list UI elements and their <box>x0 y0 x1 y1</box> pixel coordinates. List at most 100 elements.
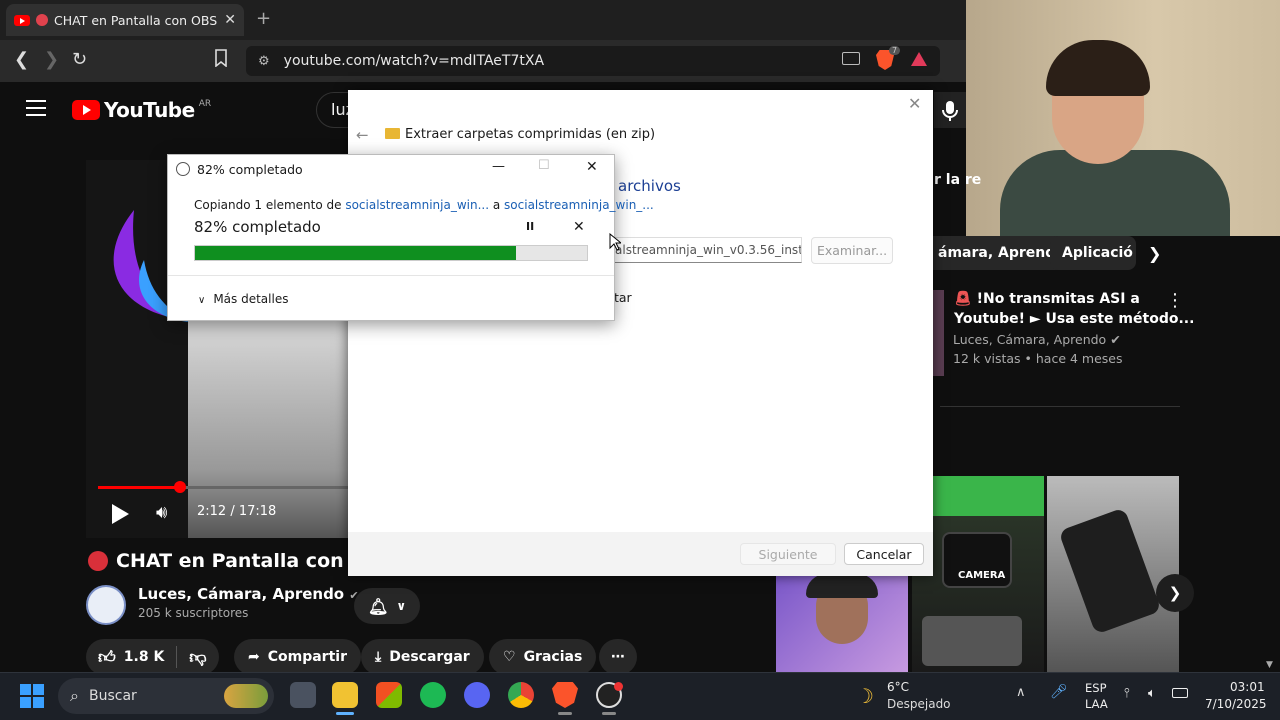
pause-button[interactable]: II <box>526 220 534 233</box>
battery-icon[interactable] <box>1172 688 1188 698</box>
browser-tab[interactable]: CHAT en Pantalla con OBS Stu ✕ <box>6 4 244 36</box>
active-app-indicator <box>336 712 354 715</box>
weather-text: Despejado <box>887 697 951 711</box>
tab-close-button[interactable]: ✕ <box>224 12 236 28</box>
more-details-label: Más detalles <box>213 292 289 306</box>
webcam-overlay <box>966 0 1280 236</box>
voice-search-button[interactable] <box>934 92 966 128</box>
kebab-menu-icon[interactable]: ⋮ <box>1166 290 1184 311</box>
connector-text: a <box>492 198 501 212</box>
menu-icon[interactable] <box>26 100 46 116</box>
more-details-toggle[interactable]: ∨ Más detalles <box>198 292 288 306</box>
taskbar-search[interactable]: ⌕ Buscar <box>58 678 274 714</box>
clock-time[interactable]: 03:01 <box>1230 680 1265 694</box>
reload-icon[interactable]: ↻ <box>72 49 87 70</box>
destination-path-field[interactable]: alstreamninja_win_v0.3.56_installer <box>610 237 802 263</box>
dialog-header: Extraer carpetas comprimidas (en zip) <box>405 127 656 142</box>
channel-name[interactable]: Luces, Cámara, Aprendo <box>138 585 344 603</box>
clock-icon <box>176 162 190 176</box>
shorts-next-button[interactable]: ❯ <box>1156 574 1194 612</box>
brave-rewards-icon[interactable] <box>911 52 927 66</box>
forward-icon[interactable]: ❯ <box>44 49 59 70</box>
keyboard-layout[interactable]: LAA <box>1085 697 1108 711</box>
brave-badge: 7 <box>889 46 901 55</box>
chrome-icon[interactable] <box>508 682 534 708</box>
divider <box>168 275 614 276</box>
dislike-icon[interactable]: 👎︎ <box>189 647 206 668</box>
volume-icon[interactable]: 🔊︎ <box>156 502 167 523</box>
avatar[interactable] <box>86 585 126 625</box>
like-dislike-group[interactable]: 👍︎ 1.8 K 👎︎ <box>86 639 219 675</box>
dialog-close-button[interactable]: ✕ <box>908 94 921 113</box>
show-files-checkbox-label[interactable]: tar <box>614 290 632 305</box>
logo-text: YouTube <box>104 98 195 122</box>
url-text: youtube.com/watch?v=mdITAeT7tXA <box>283 53 545 69</box>
minimize-button[interactable]: — <box>492 159 505 174</box>
like-icon[interactable]: 👍︎ <box>98 647 116 668</box>
share-icon: ➦ <box>248 649 260 665</box>
speaker-icon[interactable]: 🔈︎ <box>1148 686 1156 701</box>
cancel-button[interactable]: Cancelar <box>844 543 924 565</box>
new-tab-button[interactable]: + <box>256 8 271 29</box>
discord-icon[interactable] <box>464 682 490 708</box>
wifi-icon[interactable]: ⫯ <box>1124 686 1130 701</box>
next-button[interactable]: Siguiente <box>740 543 836 565</box>
task-view-icon[interactable] <box>290 682 316 708</box>
copy-progress-bar <box>194 245 588 261</box>
download-button[interactable]: ⤓ Descargar <box>361 639 484 675</box>
download-icon: ⤓ <box>375 649 382 665</box>
scroll-down-icon[interactable]: ▼ <box>1266 660 1273 670</box>
start-button[interactable] <box>20 684 44 708</box>
tray-overflow-icon[interactable]: ∧ <box>1016 685 1026 700</box>
microsoft-store-icon[interactable] <box>376 682 402 708</box>
webcam-person-shirt <box>1000 150 1230 236</box>
source-link[interactable]: socialstreamninja_win... <box>345 198 489 212</box>
video-time: 2:12 / 17:18 <box>197 504 277 519</box>
partial-chip-top[interactable]: r la re <box>934 172 981 188</box>
short-thumbnail-3[interactable] <box>1047 476 1179 672</box>
play-icon[interactable] <box>112 504 129 524</box>
divider <box>940 406 1180 407</box>
url-field[interactable]: ⚙ youtube.com/watch?v=mdITAeT7tXA <box>246 46 940 76</box>
notification-bell-button[interactable]: 🔔︎ ∨ <box>354 588 421 624</box>
copy-progress-fill <box>195 246 517 260</box>
chips-next-icon[interactable]: ❯ <box>1148 244 1161 263</box>
verified-icon: ✔ <box>1110 332 1121 347</box>
cancel-copy-button[interactable]: ✕ <box>573 219 585 235</box>
channel-info[interactable]: Luces, Cámara, Aprendo ✔ 205 k suscripto… <box>86 585 359 625</box>
chip-apps[interactable]: Aplicació <box>1050 236 1136 270</box>
destination-link[interactable]: socialstreamninja_win_... <box>504 198 654 212</box>
search-highlight-icon <box>224 684 268 708</box>
dialog-footer: Siguiente Cancelar <box>348 532 933 576</box>
language-code[interactable]: ESP <box>1085 681 1107 695</box>
side-video-title[interactable]: 🚨︎ !No transmitas ASI a Youtube! ► Usa e… <box>954 289 1194 329</box>
site-settings-icon[interactable]: ⚙ <box>258 54 270 69</box>
spotify-icon[interactable] <box>420 682 446 708</box>
window-close-button[interactable]: ✕ <box>586 159 598 175</box>
clock-date[interactable]: 7/10/2025 <box>1205 697 1267 711</box>
browse-button[interactable]: Examinar... <box>811 237 893 264</box>
copy-progress-dialog: 82% completado — ☐ ✕ Copiando 1 elemento… <box>167 154 654 321</box>
moon-weather-icon: ☽ <box>856 684 874 708</box>
red-circle-icon <box>88 551 108 571</box>
bookmark-icon[interactable] <box>214 49 228 72</box>
thumbnail-equipment <box>922 616 1022 666</box>
back-arrow-icon[interactable]: ← <box>356 126 369 144</box>
microphone-icon[interactable]: 🎤︎ <box>1050 684 1068 700</box>
percent-complete-text: 82% completado <box>194 218 321 236</box>
side-video-channel[interactable]: Luces, Cámara, Aprendo ✔ <box>953 332 1121 347</box>
youtube-logo[interactable]: YouTube AR <box>72 98 211 122</box>
file-explorer-icon[interactable] <box>332 682 358 708</box>
maximize-button[interactable]: ☐ <box>538 158 550 173</box>
search-icon: ⌕ <box>70 686 79 705</box>
more-actions-button[interactable]: ⋯ <box>599 639 637 675</box>
chevron-down-icon: ∨ <box>396 599 407 613</box>
video-progress-bar[interactable] <box>98 481 348 493</box>
short-thumbnail-1[interactable] <box>776 576 908 672</box>
cast-icon[interactable] <box>842 52 860 65</box>
youtube-play-icon <box>72 100 100 120</box>
divider <box>176 646 178 668</box>
back-icon[interactable]: ❮ <box>14 49 29 70</box>
thanks-button[interactable]: ♡ Gracias <box>489 639 597 675</box>
share-button[interactable]: ➦ Compartir <box>234 639 361 675</box>
